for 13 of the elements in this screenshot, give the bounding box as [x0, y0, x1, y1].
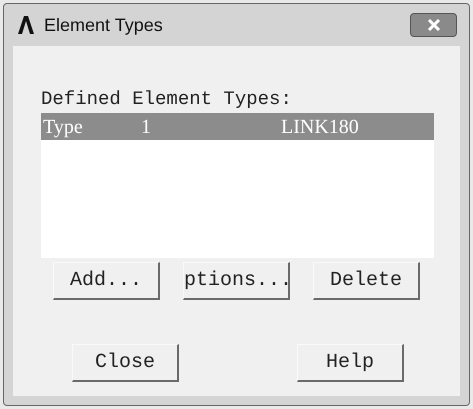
window-title: Element Types	[44, 14, 163, 37]
close-icon	[426, 19, 440, 31]
list-cell-text: 1	[141, 114, 152, 140]
logo-icon	[16, 15, 36, 35]
list-cell-text: Type	[42, 114, 84, 140]
action-button[interactable]: Add...	[53, 262, 160, 300]
dialog-button[interactable]: Close	[72, 344, 179, 382]
close-button[interactable]	[410, 13, 457, 37]
dialog-button[interactable]: Help	[297, 344, 404, 382]
list-label: Defined Element Types:	[41, 88, 293, 110]
action-button[interactable]: ptions...	[183, 262, 290, 300]
action-button[interactable]: Delete	[313, 262, 420, 300]
list-cell-text: LINK180	[281, 114, 359, 140]
